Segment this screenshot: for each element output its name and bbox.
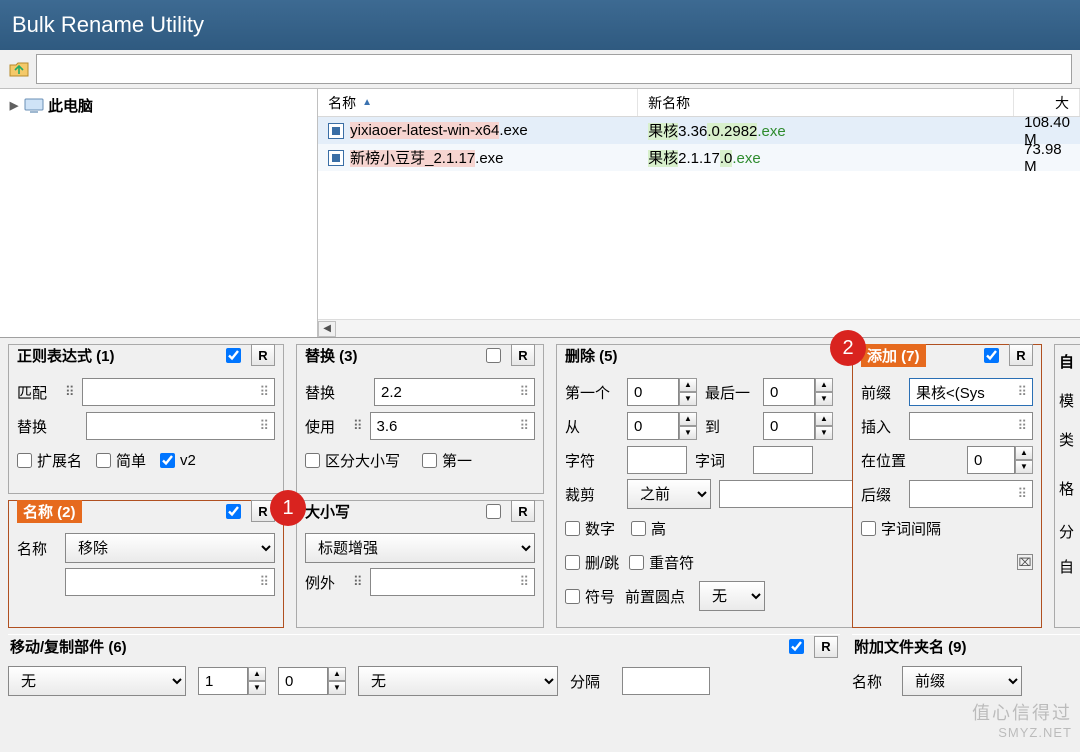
spin-up-button[interactable]: ▲: [679, 378, 697, 392]
case-except-input[interactable]: [370, 568, 535, 596]
atpos-input[interactable]: [967, 446, 1015, 474]
suffix-input[interactable]: [909, 480, 1033, 508]
bullets-icon[interactable]: ⠿: [353, 418, 362, 434]
group-add: 添加 (7) R 前缀 ⠿ 插入 ⠿ 在位置 ▲▼ 后缀 ⠿ 字词间隔 ⌧: [852, 344, 1042, 628]
symbols-checkbox[interactable]: 符号: [565, 586, 615, 607]
expander-icon[interactable]: ▶: [8, 99, 20, 112]
add-enable-checkbox[interactable]: [984, 348, 999, 363]
group-case: 大小写 R 标题增强 例外 ⠿ ⠿: [296, 500, 544, 628]
group-name: 名称 (2) R 名称 移除 ⠿: [8, 500, 284, 628]
computer-icon: [24, 98, 44, 114]
sort-asc-icon: ▲: [362, 97, 372, 108]
regex-enable-checkbox[interactable]: [226, 348, 241, 363]
reset-button[interactable]: R: [251, 344, 275, 366]
folder-mode-select[interactable]: 前缀: [902, 666, 1022, 696]
accents-checkbox[interactable]: 重音符: [629, 552, 694, 573]
wordspace-checkbox[interactable]: 字词间隔: [861, 518, 941, 539]
bullets-icon[interactable]: ⠿: [65, 384, 74, 400]
file-icon: [328, 123, 344, 139]
col-name[interactable]: 名称 ▲: [318, 89, 638, 116]
from-input[interactable]: [627, 412, 679, 440]
folder-up-icon[interactable]: [8, 58, 30, 80]
case-enable-checkbox[interactable]: [486, 504, 501, 519]
horizontal-scrollbar[interactable]: ◀: [318, 319, 1080, 337]
replace-from-input[interactable]: [374, 378, 535, 406]
reset-button[interactable]: R: [511, 344, 535, 366]
move-sep-input[interactable]: [622, 667, 710, 695]
group-append-folder: 附加文件夹名 (9) 名称 前缀: [852, 634, 1080, 698]
lead-dot-select[interactable]: 无: [699, 581, 765, 611]
words-input[interactable]: [753, 446, 813, 474]
simple-checkbox[interactable]: 简单: [96, 450, 146, 471]
move-n1-input[interactable]: [198, 667, 248, 695]
move-mode-select[interactable]: 无: [8, 666, 186, 696]
spin-down-button[interactable]: ▼: [679, 392, 697, 406]
main-panels: ▶ 此电脑 名称 ▲ 新名称 大 yixiaoer-latest-win-x64…: [0, 88, 1080, 338]
watermark: 值心信得过SMYZ.NET: [972, 699, 1072, 740]
tree-item-label: 此电脑: [48, 95, 93, 116]
move-enable-checkbox[interactable]: [789, 639, 804, 654]
file-icon: [328, 150, 344, 166]
move-n0-input[interactable]: [278, 667, 328, 695]
name-mode-select[interactable]: 移除: [65, 533, 275, 563]
list-rows: yixiaoer-latest-win-x64.exe 果核3.36.0.298…: [318, 117, 1080, 319]
regex-replace-input[interactable]: [86, 412, 275, 440]
case-mode-select[interactable]: 标题增强: [305, 533, 535, 563]
folder-tree[interactable]: ▶ 此电脑: [0, 89, 318, 337]
prefix-input[interactable]: [909, 378, 1033, 406]
file-list: 名称 ▲ 新名称 大 yixiaoer-latest-win-x64.exe 果…: [318, 89, 1080, 337]
reset-button[interactable]: R: [1009, 344, 1033, 366]
move-where-select[interactable]: 无: [358, 666, 558, 696]
insert-input[interactable]: [909, 412, 1033, 440]
name-enable-checkbox[interactable]: [226, 504, 241, 519]
regex-match-input[interactable]: [82, 378, 275, 406]
high-checkbox[interactable]: 高: [631, 518, 666, 539]
name-value-input[interactable]: [65, 568, 275, 596]
reset-button[interactable]: R: [814, 636, 838, 658]
first-n-input[interactable]: [627, 378, 679, 406]
case-checkbox[interactable]: 区分大小写: [305, 450, 400, 471]
chars-input[interactable]: [627, 446, 687, 474]
tree-item-this-pc[interactable]: ▶ 此电脑: [8, 95, 309, 116]
to-input[interactable]: [763, 412, 815, 440]
col-size[interactable]: 大: [1014, 89, 1080, 116]
replace-enable-checkbox[interactable]: [486, 348, 501, 363]
table-row[interactable]: yixiaoer-latest-win-x64.exe 果核3.36.0.298…: [318, 117, 1080, 144]
group-replace: 替换 (3) R 替换 ⠿ 使用 ⠿ ⠿ 区分大小写 第一: [296, 344, 544, 494]
title-bar: Bulk Rename Utility: [0, 0, 1080, 50]
group-regex: 正则表达式 (1) R 匹配 ⠿ ⠿ 替换 ⠿ 扩展名 简单 v2: [8, 344, 284, 494]
crop-select[interactable]: 之前: [627, 479, 711, 509]
bullets-icon[interactable]: ⠿: [353, 574, 362, 590]
v2-checkbox[interactable]: v2: [160, 452, 196, 469]
scroll-left-icon[interactable]: ◀: [318, 321, 336, 337]
col-newname[interactable]: 新名称: [638, 89, 1014, 116]
group-move-copy: 移动/复制部件 (6) R 无 ▲▼ ▲▼ 无 分隔: [8, 634, 840, 698]
group-auto-partial: 自 模 类 格 分 自: [1054, 344, 1080, 628]
first-checkbox[interactable]: 第一: [422, 450, 472, 471]
app-title: Bulk Rename Utility: [12, 12, 204, 38]
digits-checkbox[interactable]: 数字: [565, 518, 615, 539]
options-area: 正则表达式 (1) R 匹配 ⠿ ⠿ 替换 ⠿ 扩展名 简单 v2 名称 (2)…: [0, 338, 1080, 354]
table-row[interactable]: 新榜小豆芽_2.1.17.exe 果核2.1.17.0.exe 73.98 M: [318, 144, 1080, 171]
address-bar: [0, 50, 1080, 88]
list-header: 名称 ▲ 新名称 大: [318, 89, 1080, 117]
last-n-input[interactable]: [763, 378, 815, 406]
reset-button[interactable]: R: [511, 500, 535, 522]
ext-checkbox[interactable]: 扩展名: [17, 450, 82, 471]
replace-with-input[interactable]: [370, 412, 535, 440]
clear-icon[interactable]: ⌧: [1017, 554, 1033, 570]
path-input[interactable]: [36, 54, 1072, 84]
ds-checkbox[interactable]: 删/跳: [565, 552, 619, 573]
badge-1: 1: [270, 490, 306, 526]
badge-2: 2: [830, 330, 866, 366]
